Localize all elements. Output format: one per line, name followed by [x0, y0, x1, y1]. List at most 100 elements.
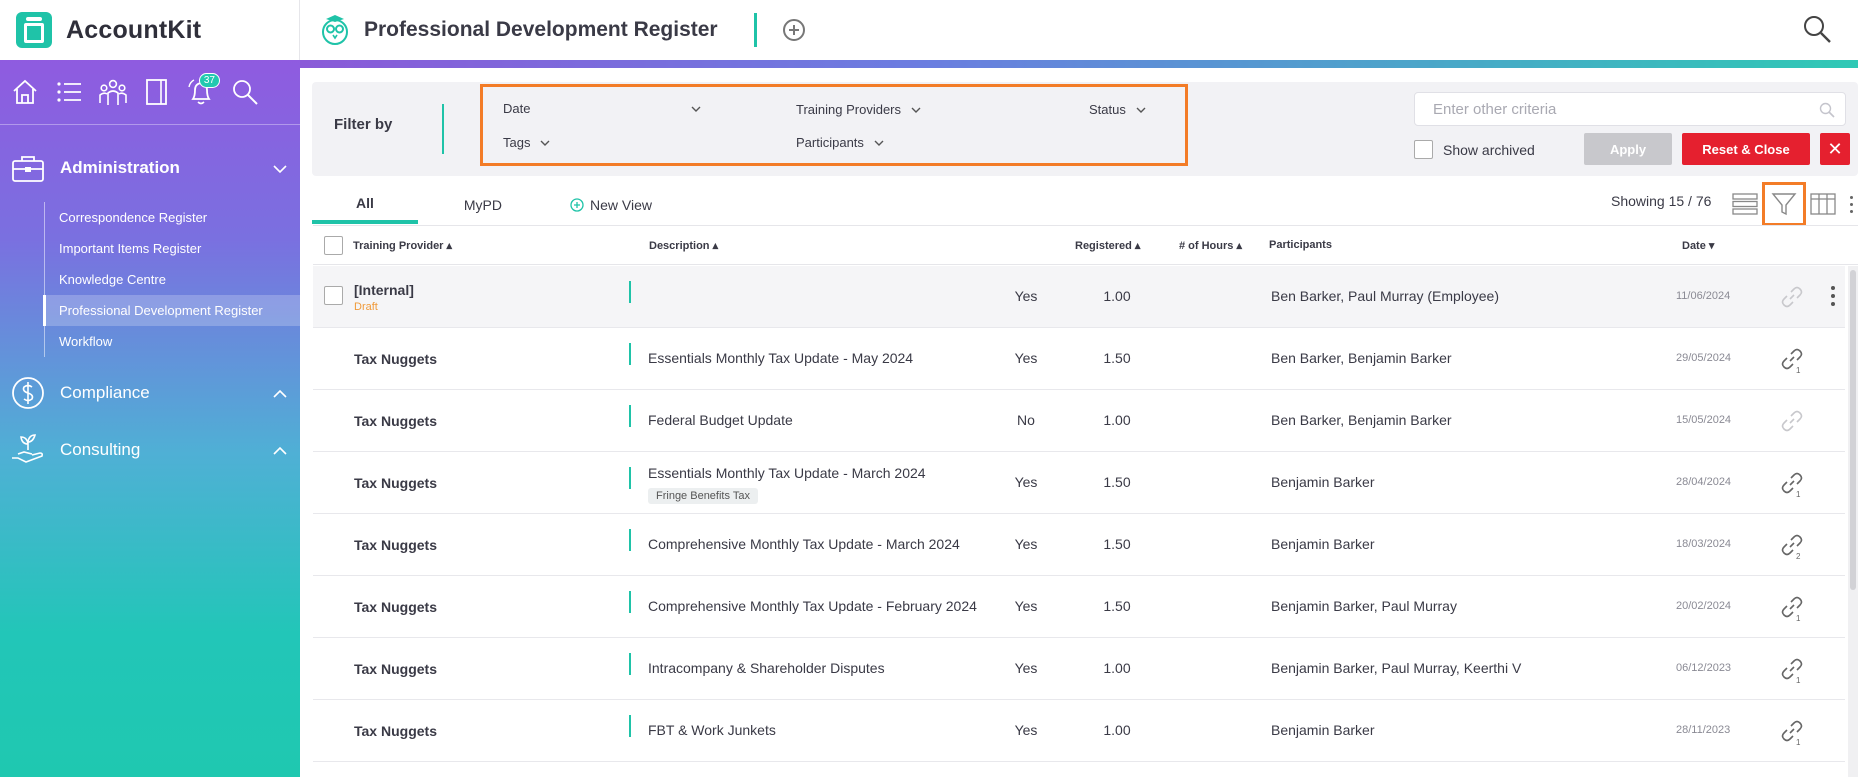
filter-label: Filter by: [334, 116, 393, 133]
link-icon[interactable]: [1777, 282, 1807, 312]
col-registered[interactable]: Registered ▴: [1075, 239, 1140, 252]
row-date: 06/12/2023: [1676, 662, 1732, 674]
list-view-icon: [1732, 193, 1758, 215]
filter-date-dropdown[interactable]: Date: [503, 101, 701, 116]
row-divider: [629, 405, 631, 427]
view-tabs: All MyPD New View: [312, 186, 674, 224]
new-view-label: New View: [590, 197, 653, 213]
row-divider: [629, 529, 631, 551]
table-row[interactable]: Tax Nuggets Essentials Monthly Tax Updat…: [313, 452, 1845, 514]
col-date[interactable]: Date ▾: [1682, 239, 1714, 252]
row-registered: Yes: [1014, 598, 1038, 614]
more-options-icon[interactable]: [1846, 184, 1856, 224]
link-icon[interactable]: 1: [1777, 716, 1807, 746]
apply-button[interactable]: Apply: [1584, 133, 1672, 165]
notifications-button[interactable]: 37: [186, 73, 220, 107]
people-icon[interactable]: [98, 77, 128, 107]
filter-status-dropdown[interactable]: Status: [1089, 102, 1146, 117]
sidebar-item-workflow[interactable]: Workflow: [44, 326, 300, 357]
criteria-placeholder: Enter other criteria: [1433, 100, 1557, 118]
table-row[interactable]: Tax Nuggets FBT & Work Junkets Yes 1.00 …: [313, 700, 1845, 762]
row-date: 15/05/2024: [1676, 414, 1732, 426]
reset-close-button[interactable]: Reset & Close: [1682, 133, 1810, 165]
search-icon[interactable]: [1802, 14, 1832, 44]
table-row[interactable]: Tax Nuggets Essentials Monthly Tax Updat…: [313, 328, 1845, 390]
table-row[interactable]: Tax Nuggets Comprehensive Monthly Tax Up…: [313, 576, 1845, 638]
row-hours: 1.50: [1103, 536, 1131, 552]
chevron-down-icon: [540, 140, 550, 146]
table-row[interactable]: Tax Nuggets Comprehensive Monthly Tax Up…: [313, 514, 1845, 576]
link-icon[interactable]: 1: [1777, 344, 1807, 374]
link-icon[interactable]: 1: [1777, 654, 1807, 684]
columns-view-button[interactable]: [1806, 184, 1840, 224]
chevron-down-icon: [874, 140, 884, 146]
filter-tags-dropdown[interactable]: Tags: [503, 135, 550, 150]
app: AccountKit Professional Development Regi…: [0, 0, 1858, 777]
page-title: Professional Development Register: [364, 18, 718, 41]
close-filter-button[interactable]: ✕: [1820, 133, 1850, 165]
search-icon[interactable]: [230, 77, 260, 107]
col-description[interactable]: Description ▴: [649, 239, 718, 252]
show-archived-toggle[interactable]: Show archived: [1414, 140, 1535, 159]
list-view-button[interactable]: [1728, 184, 1762, 224]
filter-status-label: Status: [1089, 102, 1126, 117]
row-participants: Ben Barker, Benjamin Barker: [1271, 350, 1452, 366]
row-hours: 1.00: [1103, 722, 1131, 738]
row-date: 11/06/2024: [1676, 290, 1731, 302]
search-icon[interactable]: [1819, 102, 1835, 118]
nav-section-label: Compliance: [60, 382, 150, 402]
scroll-thumb[interactable]: [1850, 270, 1856, 590]
link-icon[interactable]: 1: [1777, 592, 1807, 622]
col-hours[interactable]: # of Hours ▴: [1179, 239, 1242, 252]
new-view-button[interactable]: New View: [548, 186, 674, 224]
table-scrollbar[interactable]: [1848, 266, 1858, 777]
row-description: FBT & Work Junkets: [648, 722, 776, 738]
row-registered: Yes: [1014, 288, 1038, 304]
top-bar: AccountKit Professional Development Regi…: [0, 0, 1858, 60]
row-menu-icon[interactable]: [1828, 284, 1838, 308]
table-row[interactable]: [Internal] Draft Yes 1.00 Ben Barker, Pa…: [313, 266, 1845, 328]
filter-toggle-button[interactable]: [1762, 182, 1806, 226]
logo[interactable]: AccountKit: [0, 0, 300, 60]
table-row[interactable]: Tax Nuggets Federal Budget Update No 1.0…: [313, 390, 1845, 452]
link-icon[interactable]: 2: [1777, 530, 1807, 560]
sidebar-item-knowledge-centre[interactable]: Knowledge Centre: [44, 264, 300, 295]
row-provider: Tax Nuggets: [354, 413, 437, 429]
row-divider: [629, 653, 631, 675]
chevron-down-icon: [273, 165, 287, 174]
row-description: Intracompany & Shareholder Disputes: [648, 660, 885, 676]
filter-participants-dropdown[interactable]: Participants: [796, 135, 884, 150]
select-all-checkbox[interactable]: [324, 236, 343, 255]
link-icon[interactable]: 1: [1777, 468, 1807, 498]
link-icon[interactable]: [1777, 406, 1807, 436]
add-icon[interactable]: [782, 19, 805, 41]
home-icon[interactable]: [10, 77, 40, 107]
sidebar-item-correspondence-register[interactable]: Correspondence Register: [44, 202, 300, 233]
sidebar-item-important-items-register[interactable]: Important Items Register: [44, 233, 300, 264]
nav-section-consulting[interactable]: Consulting: [0, 421, 300, 478]
table-body: [Internal] Draft Yes 1.00 Ben Barker, Pa…: [313, 266, 1845, 762]
row-checkbox[interactable]: [324, 286, 343, 305]
nav-section-administration[interactable]: Administration: [0, 139, 300, 196]
sidebar-item-professional-development-register[interactable]: Professional Development Register: [43, 295, 300, 326]
list-icon[interactable]: [54, 77, 84, 107]
row-hours: 1.00: [1103, 660, 1131, 676]
filter-training-providers-dropdown[interactable]: Training Providers: [796, 102, 921, 117]
link-count: 1: [1796, 614, 1801, 622]
tab-mypd[interactable]: MyPD: [418, 186, 548, 224]
row-date: 28/11/2023: [1676, 724, 1731, 736]
criteria-input[interactable]: Enter other criteria: [1414, 92, 1846, 126]
row-description: Essentials Monthly Tax Update - March 20…: [648, 465, 926, 481]
title-divider: [753, 13, 757, 47]
row-provider: Tax Nuggets: [354, 661, 437, 677]
header-gradient-divider: [300, 60, 1858, 68]
book-icon[interactable]: [142, 77, 172, 107]
chevron-down-icon: [1136, 107, 1146, 113]
row-registered: Yes: [1014, 660, 1038, 676]
table-header: Training Provider ▴ Description ▴ Regist…: [313, 225, 1858, 265]
nav-section-compliance[interactable]: Compliance: [0, 364, 300, 421]
tab-all[interactable]: All: [312, 186, 418, 224]
col-training-provider[interactable]: Training Provider ▴: [353, 239, 452, 252]
table-row[interactable]: Tax Nuggets Intracompany & Shareholder D…: [313, 638, 1845, 700]
show-archived-checkbox[interactable]: [1414, 140, 1433, 159]
